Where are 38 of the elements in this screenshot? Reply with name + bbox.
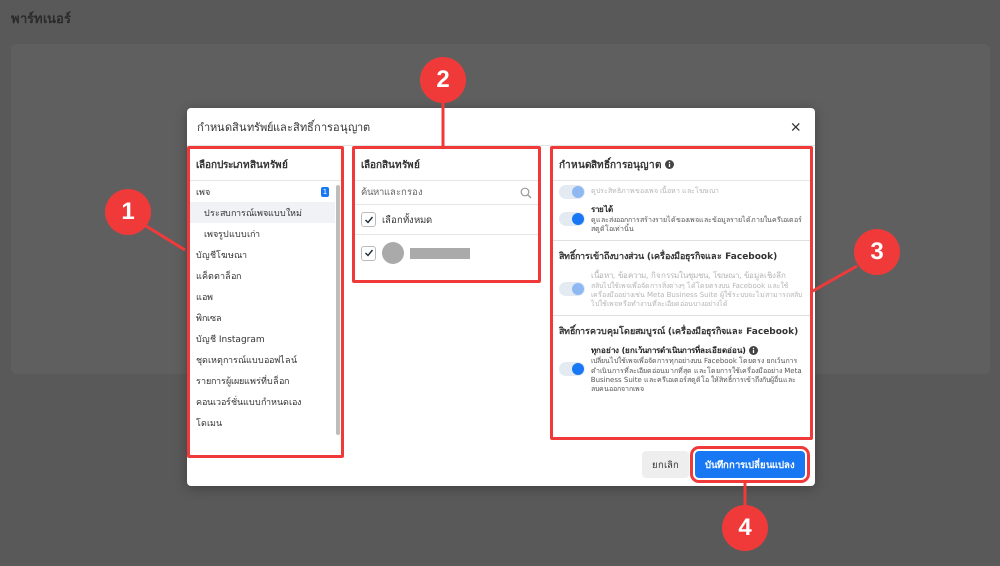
section-heading: สิทธิ์การควบคุมโดยสมบูรณ์ (เครื่องมือธุรกิจและ Facebook) xyxy=(552,318,810,342)
section-heading: สิทธิ์การเข้าถึงบางส่วน (เครื่องมือธุรกิจและ Facebook) xyxy=(552,243,810,268)
avatar-placeholder xyxy=(382,242,404,264)
asset-type-item[interactable]: เพจรูปแบบเก่า xyxy=(190,223,336,244)
asset-type-item[interactable]: ประสบการณ์เพจแบบใหม่ xyxy=(190,202,336,223)
permission-title: รายได้ xyxy=(590,204,613,216)
asset-type-item[interactable]: ชุดเหตุการณ์แบบออฟไลน์ xyxy=(190,349,336,370)
save-button[interactable]: บันทึกการเปลี่ยนแปลง xyxy=(695,451,805,478)
permission-title: ทุกอย่าง (ยกเว้นการดำเนินการที่ละเอียดอ่อน) xyxy=(590,344,746,356)
asset-type-item[interactable]: บัญชี Instagram xyxy=(190,328,336,349)
cancel-button[interactable]: ยกเลิก xyxy=(642,451,689,478)
asset-type-item[interactable]: คอนเวอร์ชั่นแบบกำหนดเอง xyxy=(190,391,336,412)
permission-title: เนื้อหา, ข้อความ, กิจกรรมในชุมชน, โฆษณา, ข้อมูลเชิงลึก xyxy=(590,269,786,281)
info-icon[interactable] xyxy=(748,346,758,356)
check-icon xyxy=(364,248,374,258)
checkbox[interactable] xyxy=(361,212,376,227)
panel-heading: เลือกสินทรัพย์ xyxy=(355,149,538,181)
checkbox[interactable] xyxy=(361,246,376,260)
toggle-switch[interactable] xyxy=(558,212,585,226)
select-all-label: เลือกทั้งหมด xyxy=(382,212,432,227)
search-icon xyxy=(520,186,532,198)
toggle-switch[interactable] xyxy=(558,362,585,376)
check-icon xyxy=(364,214,374,224)
panel-heading: กำหนดสิทธิ์การอนุญาต xyxy=(552,149,810,181)
panel-heading: เลือกประเภทสินทรัพย์ xyxy=(190,149,342,181)
asset-type-item[interactable]: แอพ xyxy=(190,286,336,307)
scrollbar[interactable] xyxy=(336,185,340,435)
asset-type-item[interactable]: แค็ตตาล็อก xyxy=(190,265,336,286)
leader-line xyxy=(744,480,746,506)
info-icon[interactable] xyxy=(664,160,674,169)
asset-type-item[interactable]: บัญชีโฆษณา xyxy=(190,244,336,265)
callout-number: 4 xyxy=(722,505,768,551)
asset-type-item[interactable]: พิกเซล xyxy=(190,307,336,328)
close-button[interactable]: × xyxy=(786,118,805,136)
redacted-name-bar xyxy=(410,248,470,258)
asset-type-item[interactable]: รายการผู้เผยแพร่ที่บล็อก xyxy=(190,370,336,391)
dialog-title: กำหนดสินทรัพย์และสิทธิ์การอนุญาต xyxy=(197,118,370,136)
asset-type-item[interactable]: โดเมน xyxy=(190,412,336,433)
